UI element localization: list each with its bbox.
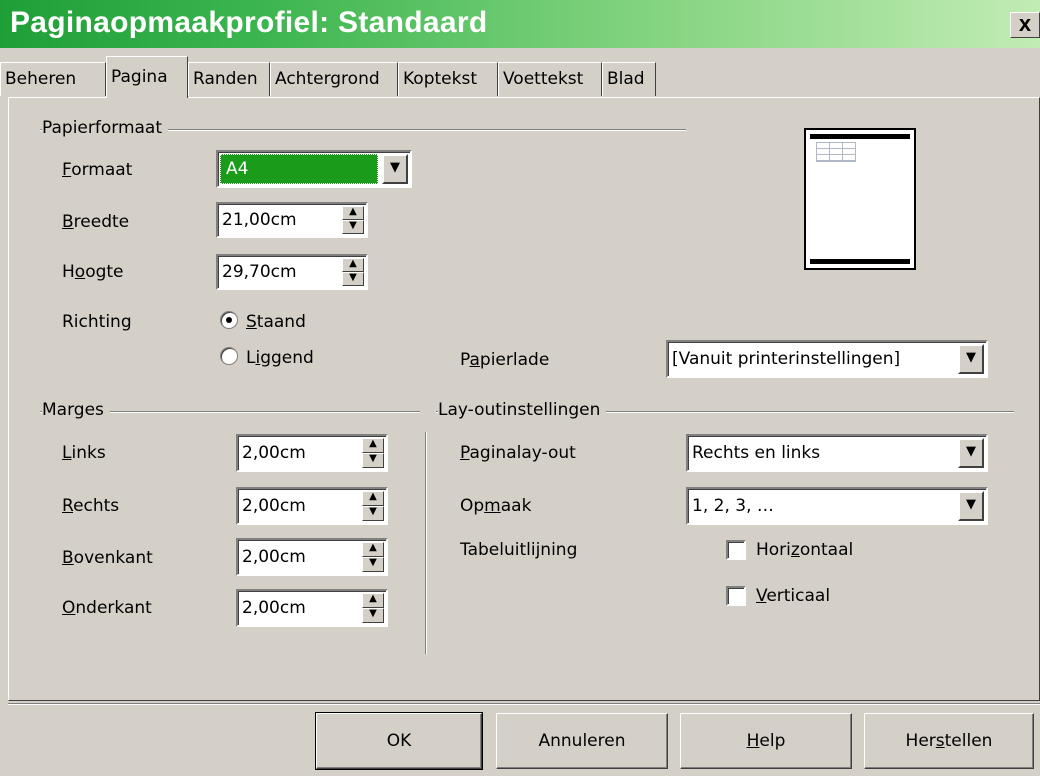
spin-down-icon[interactable]: ▼ (362, 557, 384, 572)
right-margin-spinner[interactable]: ▲ ▼ (362, 491, 384, 521)
tab-blad[interactable]: Blad (602, 62, 656, 96)
tab-label: Voettekst (503, 69, 584, 89)
tab-label: Blad (607, 69, 645, 89)
format-select[interactable]: A4 ▼ (216, 150, 412, 188)
left-margin-spinner[interactable]: ▲ ▼ (362, 438, 384, 468)
chevron-down-icon[interactable]: ▼ (382, 154, 408, 184)
tab-label: Koptekst (403, 69, 477, 89)
spin-down-icon[interactable]: ▼ (362, 608, 384, 623)
orientation-label: Richting (62, 312, 132, 332)
chevron-down-icon[interactable]: ▼ (958, 491, 984, 521)
title-bar: Paginaopmaakprofiel: Standaard x (0, 0, 1040, 48)
cancel-button[interactable]: Annuleren (496, 713, 668, 769)
reset-button[interactable]: Herstellen (864, 713, 1034, 769)
preview-header-bar (810, 134, 910, 139)
dialog-title: Paginaopmaakprofiel: Standaard (10, 6, 488, 39)
right-margin-value: 2,00cm (242, 496, 306, 516)
paper-tray-select[interactable]: [Vanuit printerinstellingen] ▼ (666, 340, 988, 378)
chevron-down-icon[interactable]: ▼ (958, 438, 984, 468)
tab-beheren[interactable]: Beheren (0, 62, 106, 96)
spin-up-icon[interactable]: ▲ (362, 491, 384, 506)
spin-down-icon[interactable]: ▼ (342, 272, 364, 286)
portrait-label[interactable]: Staand (246, 312, 306, 332)
vertical-label[interactable]: Verticaal (756, 586, 830, 606)
height-spinner[interactable]: ▲ ▼ (342, 258, 364, 286)
reset-label: Herstellen (905, 731, 993, 751)
spin-up-icon[interactable]: ▲ (362, 593, 384, 608)
page-layout-select[interactable]: Rechts en links ▼ (686, 434, 988, 472)
preview-footer-bar (810, 259, 910, 264)
paper-tray-label: Papierlade (460, 350, 550, 370)
tab-koptekst[interactable]: Koptekst (398, 62, 498, 96)
help-label: Help (746, 731, 786, 751)
tab-label: Randen (193, 69, 258, 89)
format-value: A4 (226, 159, 249, 179)
vertical-checkbox[interactable] (726, 586, 746, 606)
tab-label: Pagina (111, 67, 168, 87)
numbering-format-label: Opmaak (460, 496, 532, 516)
help-button[interactable]: Help (680, 713, 852, 769)
top-margin-label: Bovenkant (62, 548, 153, 568)
left-margin-value: 2,00cm (242, 443, 306, 463)
spreadsheet-grid-icon (816, 142, 856, 162)
right-margin-spinfield[interactable]: 2,00cm ▲ ▼ (236, 487, 388, 525)
spin-up-icon[interactable]: ▲ (362, 542, 384, 557)
tab-achtergrond[interactable]: Achtergrond (270, 62, 398, 96)
paper-tray-value: [Vanuit printerinstellingen] (672, 349, 901, 369)
tab-pagina[interactable]: Pagina (106, 56, 188, 98)
tab-voettekst[interactable]: Voettekst (498, 62, 602, 96)
height-value: 29,70cm (222, 262, 297, 282)
left-margin-spinfield[interactable]: 2,00cm ▲ ▼ (236, 434, 388, 472)
radio-dot-icon (226, 317, 232, 323)
spin-down-icon[interactable]: ▼ (362, 453, 384, 468)
spin-up-icon[interactable]: ▲ (342, 258, 364, 272)
format-label: Formaat (62, 160, 133, 180)
tab-label: Achtergrond (275, 69, 380, 89)
bottom-margin-spinfield[interactable]: 2,00cm ▲ ▼ (236, 589, 388, 627)
width-spinfield[interactable]: 21,00cm ▲ ▼ (216, 202, 368, 238)
landscape-radio[interactable] (220, 347, 238, 365)
cancel-label: Annuleren (538, 731, 626, 751)
spin-down-icon[interactable]: ▼ (342, 220, 364, 234)
top-margin-spinfield[interactable]: 2,00cm ▲ ▼ (236, 538, 388, 576)
bottom-margin-value: 2,00cm (242, 598, 306, 618)
width-value: 21,00cm (222, 210, 297, 230)
ok-label: OK (386, 731, 412, 751)
horizontal-checkbox[interactable] (726, 540, 746, 560)
numbering-format-select[interactable]: 1, 2, 3, … ▼ (686, 487, 988, 525)
bottom-margin-label: Onderkant (62, 598, 152, 618)
chevron-down-icon[interactable]: ▼ (958, 344, 984, 374)
page-preview (804, 128, 916, 270)
group-title-margins: Marges (42, 400, 110, 420)
spin-down-icon[interactable]: ▼ (362, 506, 384, 521)
tab-label: Beheren (5, 69, 77, 89)
group-title-layout: Lay-outinstellingen (438, 400, 607, 420)
ok-button[interactable]: OK (315, 712, 483, 770)
bottom-margin-spinner[interactable]: ▲ ▼ (362, 593, 384, 623)
width-label: Breedte (62, 212, 130, 232)
top-margin-spinner[interactable]: ▲ ▼ (362, 542, 384, 572)
vertical-separator (425, 432, 427, 654)
close-button[interactable]: x (1010, 12, 1040, 38)
close-icon: x (1018, 11, 1032, 36)
width-spinner[interactable]: ▲ ▼ (342, 206, 364, 234)
page-layout-value: Rechts en links (692, 443, 821, 463)
tab-randen[interactable]: Randen (188, 62, 270, 96)
numbering-format-value: 1, 2, 3, … (692, 496, 774, 516)
button-separator (8, 703, 1040, 705)
group-title-paper-format: Papierformaat (42, 118, 169, 138)
spin-up-icon[interactable]: ▲ (342, 206, 364, 220)
horizontal-label[interactable]: Horizontaal (756, 540, 853, 560)
right-margin-label: Rechts (62, 496, 120, 516)
left-margin-label: Links (62, 443, 106, 463)
height-label: Hoogte (62, 262, 124, 282)
top-margin-value: 2,00cm (242, 547, 306, 567)
page-layout-label: Paginalay-out (460, 443, 576, 463)
spin-up-icon[interactable]: ▲ (362, 438, 384, 453)
height-spinfield[interactable]: 29,70cm ▲ ▼ (216, 254, 368, 290)
portrait-radio[interactable] (220, 311, 238, 329)
table-alignment-label: Tabeluitlijning (460, 540, 578, 560)
landscape-label[interactable]: Liggend (246, 348, 314, 368)
